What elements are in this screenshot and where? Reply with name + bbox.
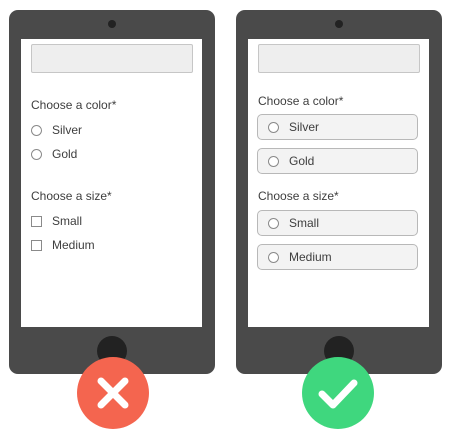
radio-icon[interactable]: [31, 124, 42, 136]
radio-icon[interactable]: [268, 121, 279, 133]
radio-icon[interactable]: [268, 217, 279, 229]
color-label: Choose a color*: [258, 94, 344, 108]
x-icon: [77, 357, 149, 429]
size-label: Choose a size*: [31, 189, 112, 203]
option-label: Small: [289, 216, 320, 230]
radio-icon[interactable]: [268, 251, 279, 263]
radio-option-medium[interactable]: Medium: [257, 244, 418, 270]
option-label: Small: [52, 214, 83, 228]
option-label: Medium: [289, 250, 332, 264]
phone-screen: Choose a color* Silver Gold Choose a siz…: [248, 39, 429, 327]
radio-option-gold[interactable]: Gold: [257, 148, 418, 174]
color-label: Choose a color*: [31, 98, 117, 112]
option-label: Gold: [289, 154, 315, 168]
radio-icon[interactable]: [31, 148, 42, 160]
text-input-box[interactable]: [258, 44, 420, 73]
radio-option-silver[interactable]: Silver: [257, 114, 418, 140]
option-label: Gold: [52, 147, 78, 161]
phone-bad-example: Choose a color* Silver Gold Choose a siz…: [9, 10, 215, 374]
camera-icon: [335, 20, 343, 28]
camera-icon: [108, 20, 116, 28]
option-label: Silver: [289, 120, 320, 134]
checkbox-icon[interactable]: [31, 215, 42, 227]
radio-option-small[interactable]: Small: [257, 210, 418, 236]
check-icon: [302, 357, 374, 429]
text-input-box[interactable]: [31, 44, 193, 73]
option-label: Medium: [52, 238, 95, 252]
checkbox-option-small[interactable]: Small: [31, 213, 82, 229]
option-label: Silver: [52, 123, 83, 137]
checkbox-option-medium[interactable]: Medium: [31, 237, 95, 253]
radio-icon[interactable]: [268, 155, 279, 167]
phone-good-example: Choose a color* Silver Gold Choose a siz…: [236, 10, 442, 374]
radio-option-gold[interactable]: Gold: [31, 146, 77, 162]
phone-screen: Choose a color* Silver Gold Choose a siz…: [21, 39, 202, 327]
radio-option-silver[interactable]: Silver: [31, 122, 82, 138]
checkbox-icon[interactable]: [31, 239, 42, 251]
size-label: Choose a size*: [258, 189, 339, 203]
